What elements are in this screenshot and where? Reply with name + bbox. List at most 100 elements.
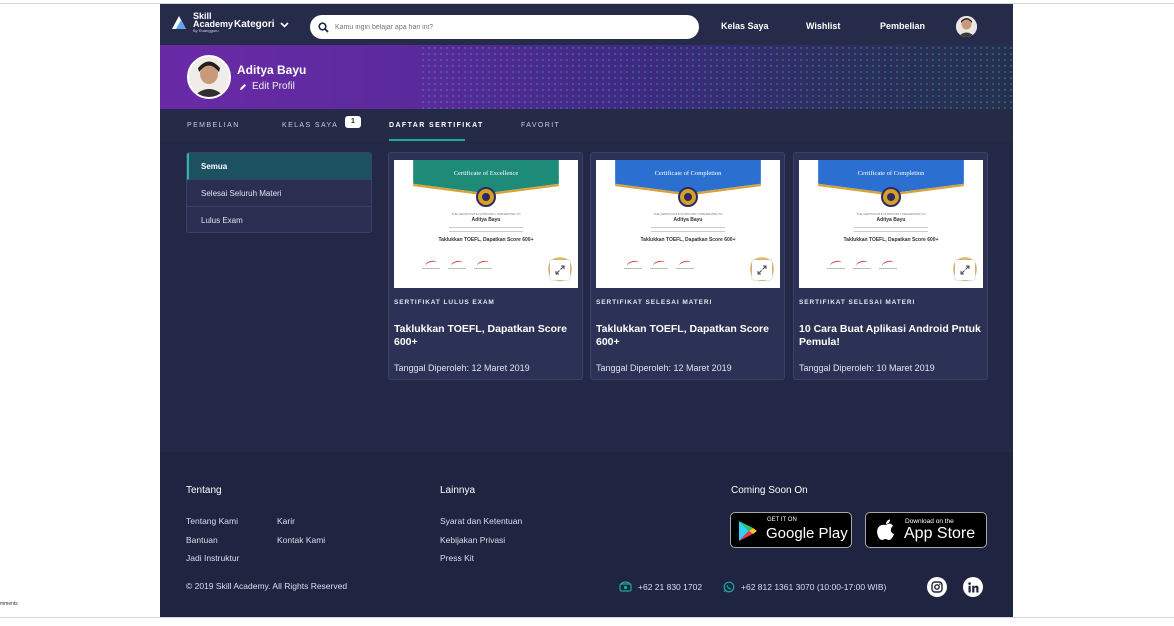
- filter-lulus-exam[interactable]: Lulus Exam: [187, 207, 371, 232]
- date-obtained: Tanggal Diperoleh: 12 Maret 2019: [596, 363, 732, 373]
- footer-lainnya-heading: Lainnya: [440, 485, 476, 496]
- chevron-down-icon: [279, 21, 289, 28]
- medal-icon: [476, 187, 496, 207]
- certificate-title: Certificate of Excellence: [453, 170, 519, 177]
- signature-mark: [853, 259, 871, 269]
- certificate-text-line: [854, 227, 928, 228]
- skill-academy-logo[interactable]: Skill Academy By Ruangguru: [170, 12, 233, 34]
- app-frame: Skill Academy By Ruangguru Kategori Kela…: [160, 4, 1013, 617]
- edit-profile-link[interactable]: Edit Profil: [239, 81, 295, 92]
- instagram-icon: [931, 581, 943, 593]
- certificate-filter: Semua Selesai Seluruh Materi Lulus Exam: [186, 152, 372, 233]
- course-title: Taklukkan TOEFL, Dapatkan Score 600+: [394, 323, 567, 348]
- footer-coming-soon-heading: Coming Soon On: [731, 485, 808, 496]
- certificate-course: Taklukkan TOEFL, Dapatkan Score 600+: [438, 237, 534, 243]
- site-footer: Tentang Tentang Kami Karir Bantuan Konta…: [160, 452, 1013, 617]
- filter-semua[interactable]: Semua: [187, 153, 371, 180]
- certificate-title: Certificate of Completion: [654, 170, 722, 177]
- certificate-presented-text: THE CERTIFICATE IS PROUDLY PRESENTED TO: [653, 212, 723, 216]
- signature-mark: [422, 259, 440, 269]
- app-store-text: App Store: [904, 525, 976, 542]
- phone-number: +62 21 830 1702: [638, 581, 703, 592]
- tab-kelas-saya[interactable]: KELAS SAYA: [282, 122, 338, 129]
- certificate-presented-text: THE CERTIFICATE IS PROUDLY PRESENTED TO: [856, 212, 926, 216]
- footer-link-karir[interactable]: Karir: [277, 516, 295, 526]
- google-play-button[interactable]: GET IT ON Google Play: [730, 512, 852, 548]
- medal-icon: [881, 187, 901, 207]
- kategori-label: Kategori: [234, 19, 275, 30]
- logo-text: Skill Academy By Ruangguru: [193, 12, 233, 34]
- copyright-text: © 2019 Skill Academy. All Rights Reserve…: [186, 581, 348, 591]
- certificate-type: SERTIFIKAT LULUS EXAM: [394, 299, 495, 306]
- tab-daftar-sertifikat[interactable]: DAFTAR SERTIFIKAT: [389, 122, 484, 129]
- pencil-icon: [240, 83, 246, 90]
- logo-line2: Academy: [193, 19, 234, 29]
- footer-link-bantuan[interactable]: Bantuan: [186, 535, 218, 545]
- certificate-recipient: Aditya Bayu: [876, 217, 906, 223]
- phone-icon: [619, 581, 632, 592]
- app-store-small-text: Download on the: [905, 518, 954, 525]
- google-play-icon: [739, 521, 757, 541]
- footer-link-tentang-kami[interactable]: Tentang Kami: [186, 516, 238, 526]
- nav-wishlist[interactable]: Wishlist: [806, 21, 840, 31]
- top-navbar: Skill Academy By Ruangguru Kategori Kela…: [160, 4, 1013, 45]
- signature-mark: [448, 259, 466, 269]
- certificate-presented-text: THE CERTIFICATE IS PROUDLY PRESENTED TO: [451, 212, 521, 216]
- tab-favorit[interactable]: FAVORIT: [521, 122, 560, 129]
- search-icon: [318, 21, 329, 33]
- certificate-card[interactable]: Certificate of Completion THE CERTIFICAT…: [793, 152, 988, 380]
- phone-contact[interactable]: +62 21 830 1702: [619, 581, 702, 592]
- active-tab-indicator: [389, 139, 465, 141]
- certificate-title: Certificate of Completion: [857, 170, 925, 177]
- whatsapp-number: +62 812 1361 3070 (10:00-17:00 WIB): [741, 582, 887, 592]
- course-title: 10 Cara Buat Aplikasi Android Pntuk Pemu…: [799, 323, 981, 348]
- browser-canvas: mments Skill Academy By Ruangguru Katego…: [0, 0, 1174, 626]
- linkedin-icon: [967, 581, 978, 592]
- expand-button[interactable]: [550, 260, 570, 280]
- user-avatar-button[interactable]: [956, 16, 977, 37]
- footer-link-kebijakan[interactable]: Kebijakan Privasi: [440, 535, 505, 545]
- certificate-card[interactable]: Certificate of Completion THE CERTIFICAT…: [590, 152, 785, 380]
- linkedin-button[interactable]: [963, 577, 983, 597]
- signature-mark: [676, 259, 694, 269]
- avatar-photo-icon: [189, 57, 229, 97]
- certificate-text-line: [449, 231, 523, 232]
- nav-kelas-saya[interactable]: Kelas Saya: [721, 21, 769, 31]
- nav-pembelian[interactable]: Pembelian: [880, 21, 925, 31]
- filter-selesai-seluruh-materi[interactable]: Selesai Seluruh Materi: [187, 180, 371, 207]
- whatsapp-icon: [723, 581, 735, 593]
- signature-mark: [879, 259, 897, 269]
- google-play-small-text: GET IT ON: [767, 517, 797, 523]
- footer-tentang-heading: Tentang: [186, 485, 222, 496]
- certificate-course: Taklukkan TOEFL, Dapatkan Score 600+: [640, 237, 736, 243]
- certificate-preview[interactable]: Certificate of Completion THE CERTIFICAT…: [799, 160, 983, 288]
- signature-mark: [650, 259, 668, 269]
- certificate-type: SERTIFIKAT SELESAI MATERI: [799, 299, 916, 306]
- course-title: Taklukkan TOEFL, Dapatkan Score 600+: [596, 323, 769, 348]
- search-input[interactable]: [335, 23, 635, 31]
- search-bar[interactable]: [310, 15, 699, 39]
- instagram-button[interactable]: [927, 577, 947, 597]
- medal-icon: [678, 187, 698, 207]
- signature-mark: [624, 259, 642, 269]
- certificate-card[interactable]: Certificate of Excellence THE CERTIFICAT…: [388, 152, 583, 380]
- signature-mark: [474, 259, 492, 269]
- certificate-preview[interactable]: Certificate of Completion THE CERTIFICAT…: [596, 160, 780, 288]
- certificate-text-line: [854, 231, 928, 232]
- footer-link-jadi-instruktur[interactable]: Jadi Instruktur: [186, 553, 239, 563]
- footer-link-press-kit[interactable]: Press Kit: [440, 553, 474, 563]
- expand-button[interactable]: [955, 260, 975, 280]
- certificate-preview[interactable]: Certificate of Excellence THE CERTIFICAT…: [394, 160, 578, 288]
- footer-link-kontak-kami[interactable]: Kontak Kami: [277, 535, 325, 545]
- certificate-course: Taklukkan TOEFL, Dapatkan Score 600+: [843, 237, 939, 243]
- footer-link-syarat[interactable]: Syarat dan Ketentuan: [440, 516, 522, 526]
- kategori-dropdown[interactable]: Kategori: [234, 19, 289, 30]
- tab-pembelian[interactable]: PEMBELIAN: [187, 122, 240, 129]
- certificate-recipient: Aditya Bayu: [471, 217, 501, 223]
- whatsapp-contact[interactable]: +62 812 1361 3070 (10:00-17:00 WIB): [723, 581, 886, 593]
- edit-profile-label: Edit Profil: [252, 81, 295, 92]
- date-obtained: Tanggal Diperoleh: 10 Maret 2019: [799, 363, 935, 373]
- comments-tab[interactable]: mments: [0, 601, 18, 607]
- app-store-button[interactable]: Download on the App Store: [865, 512, 987, 548]
- expand-button[interactable]: [752, 260, 772, 280]
